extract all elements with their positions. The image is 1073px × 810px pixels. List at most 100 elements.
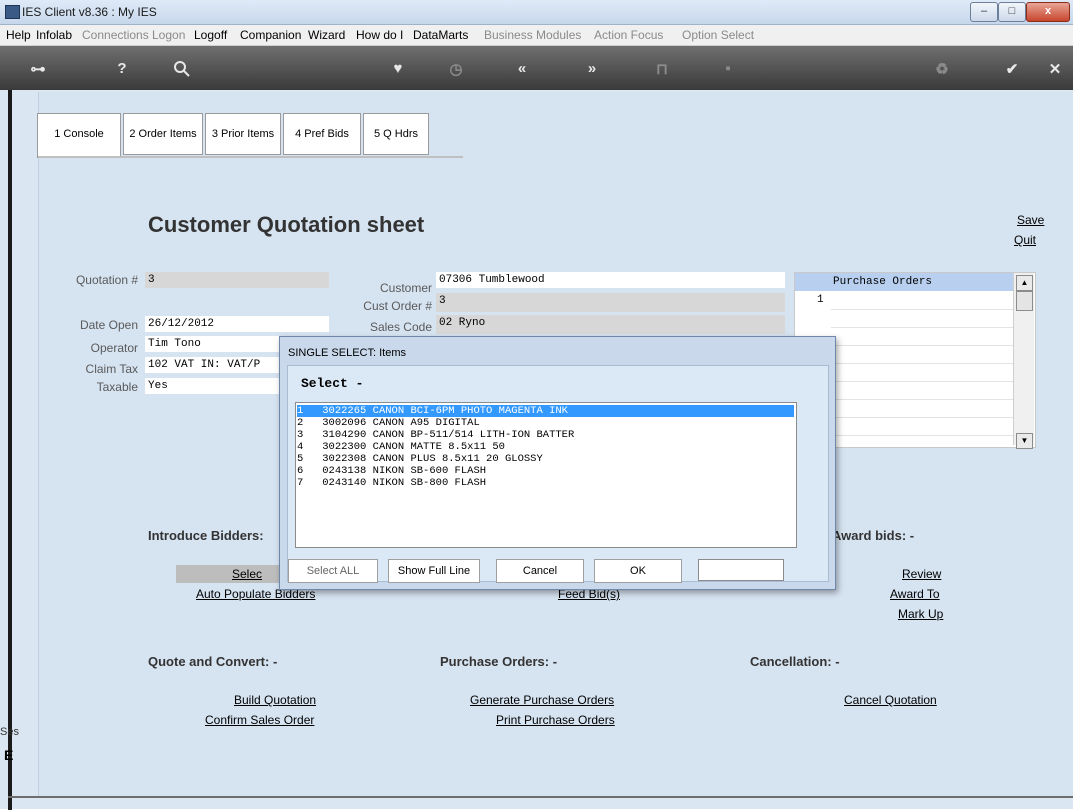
heart-icon[interactable]: ♥ xyxy=(386,60,410,77)
menu-help[interactable]: Help xyxy=(6,28,31,42)
customer-field[interactable]: 07306 Tumblewood xyxy=(436,272,785,288)
pin-icon[interactable]: ⊓ xyxy=(650,60,674,78)
list-item[interactable] xyxy=(831,419,1013,436)
save-link[interactable]: Save xyxy=(1017,213,1044,227)
menu-companion[interactable]: Companion xyxy=(240,28,301,42)
sales-code-label: Sales Code xyxy=(369,320,432,334)
sales-code-field[interactable]: 02 Ryno xyxy=(436,315,785,334)
list-item[interactable] xyxy=(831,329,1013,346)
list-item[interactable]: 5 3022308 CANON PLUS 8.5x11 20 GLOSSY xyxy=(297,453,794,465)
review-link[interactable]: Review xyxy=(902,567,941,581)
help-icon[interactable]: ? xyxy=(110,60,134,77)
menu-connections[interactable]: Connections xyxy=(82,28,149,42)
list-item[interactable] xyxy=(831,365,1013,382)
operator-label: Operator xyxy=(90,341,138,355)
quit-link[interactable]: Quit xyxy=(1014,233,1036,247)
title-bar: IES Client v8.36 : My IES – □ x xyxy=(0,0,1073,25)
key-icon[interactable]: ⊶ xyxy=(26,60,50,78)
scroll-thumb[interactable] xyxy=(1016,291,1033,311)
tab-prior-items[interactable]: 3 Prior Items xyxy=(205,113,281,155)
generate-purchase-orders-link[interactable]: Generate Purchase Orders xyxy=(470,693,614,707)
show-full-line-button[interactable]: Show Full Line xyxy=(388,559,480,583)
list-item[interactable]: 4 3022300 CANON MATTE 8.5x11 50 xyxy=(297,441,794,453)
recycle-icon[interactable]: ♻ xyxy=(930,60,954,78)
ok-button[interactable]: OK xyxy=(594,559,682,583)
tab-q-hdrs[interactable]: 5 Q Hdrs xyxy=(363,113,429,155)
check-icon[interactable]: ✔ xyxy=(1000,60,1024,78)
app-window: IES Client v8.36 : My IES – □ x Help Inf… xyxy=(0,0,1073,810)
single-select-dialog: SINGLE SELECT: Items Select - 1 3022265 … xyxy=(279,336,836,590)
purchase-orders-header: Purchase Orders xyxy=(795,273,1013,291)
menu-business-modules[interactable]: Business Modules xyxy=(484,28,581,42)
quotation-label: Quotation # xyxy=(75,273,138,287)
list-item[interactable]: 6 0243138 NIKON SB-600 FLASH xyxy=(297,465,794,477)
cancel-quotation-link[interactable]: Cancel Quotation xyxy=(844,693,937,707)
window-title: IES Client v8.36 : My IES xyxy=(22,5,157,19)
cancel-button[interactable]: Cancel xyxy=(496,559,584,583)
cust-order-field[interactable]: 3 xyxy=(436,293,785,312)
menu-datamarts[interactable]: DataMarts xyxy=(413,28,468,42)
mark-up-link[interactable]: Mark Up xyxy=(898,607,943,621)
quote-convert-heading: Quote and Convert: - xyxy=(148,654,278,669)
select-all-button[interactable]: Select ALL xyxy=(288,559,378,583)
square-icon[interactable]: ▪ xyxy=(716,60,740,77)
search-icon[interactable] xyxy=(170,60,194,82)
select-bidders-label: Selec xyxy=(232,567,263,581)
select-bidders-button[interactable]: Selec xyxy=(176,565,280,583)
close-window-button[interactable]: x xyxy=(1026,2,1070,22)
bottom-divider xyxy=(8,796,1073,798)
maximize-button[interactable]: □ xyxy=(998,2,1026,22)
menu-logoff[interactable]: Logoff xyxy=(194,28,227,42)
toolbar: ⊶ ? ♥ ◷ « » ⊓ ▪ ♻ ✔ ✕ xyxy=(0,46,1073,90)
tab-order-items[interactable]: 2 Order Items xyxy=(123,113,203,155)
date-open-field[interactable]: 26/12/2012 xyxy=(145,316,329,332)
rewind-icon[interactable]: « xyxy=(510,60,534,77)
tab-console[interactable]: 1 Console xyxy=(37,113,121,158)
close-icon[interactable]: ✕ xyxy=(1043,60,1067,78)
list-item[interactable]: 1 3022265 CANON BCI-6PM PHOTO MAGENTA IN… xyxy=(297,405,794,417)
scrollbar[interactable]: ▲ ▼ xyxy=(1013,273,1034,449)
status-glyph: E xyxy=(4,747,14,763)
list-item[interactable]: 3 3104290 CANON BP-511/514 LITH-ION BATT… xyxy=(297,429,794,441)
menu-wizard[interactable]: Wizard xyxy=(308,28,345,42)
tab-pref-bids[interactable]: 4 Pref Bids xyxy=(283,113,361,155)
claim-tax-field[interactable]: 102 VAT IN: VAT/P xyxy=(145,357,279,373)
confirm-sales-order-link[interactable]: Confirm Sales Order xyxy=(205,713,314,727)
minimize-button[interactable]: – xyxy=(970,2,998,22)
scroll-down-icon[interactable]: ▼ xyxy=(1016,433,1033,449)
date-open-label: Date Open xyxy=(79,318,138,332)
cust-order-label: Cust Order # xyxy=(363,299,432,313)
list-item[interactable]: 7 0243140 NIKON SB-800 FLASH xyxy=(297,477,794,489)
menu-action-focus[interactable]: Action Focus xyxy=(594,28,663,42)
taxable-field[interactable]: Yes xyxy=(145,378,279,394)
quotation-field[interactable]: 3 xyxy=(145,272,329,288)
list-item[interactable] xyxy=(831,383,1013,400)
menu-how-do-i[interactable]: How do I xyxy=(356,28,403,42)
build-quotation-link[interactable]: Build Quotation xyxy=(234,693,316,707)
list-item[interactable] xyxy=(831,347,1013,364)
scroll-up-icon[interactable]: ▲ xyxy=(1016,275,1033,291)
list-item[interactable] xyxy=(831,311,1013,328)
list-item[interactable]: 2 3002096 CANON A95 DIGITAL xyxy=(297,417,794,429)
taxable-label: Taxable xyxy=(96,380,138,394)
menu-bar: Help Infolab Connections Logon Logoff Co… xyxy=(0,25,1073,46)
introduce-bidders-heading: Introduce Bidders: xyxy=(148,528,264,543)
dialog-body: Select - 1 3022265 CANON BCI-6PM PHOTO M… xyxy=(287,365,829,583)
clock-icon[interactable]: ◷ xyxy=(444,60,468,78)
menu-infolab[interactable]: Infolab xyxy=(36,28,72,42)
operator-field[interactable]: Tim Tono xyxy=(145,336,279,352)
claim-tax-label: Claim Tax xyxy=(85,362,138,376)
menu-logon[interactable]: Logon xyxy=(152,28,185,42)
app-icon xyxy=(5,5,20,19)
print-purchase-orders-link[interactable]: Print Purchase Orders xyxy=(496,713,615,727)
items-list[interactable]: 1 3022265 CANON BCI-6PM PHOTO MAGENTA IN… xyxy=(295,402,797,548)
tab-divider xyxy=(38,156,463,158)
list-item[interactable] xyxy=(831,293,1013,310)
tab-strip: 1 Console 2 Order Items 3 Prior Items 4 … xyxy=(37,113,467,158)
award-to-link[interactable]: Award To xyxy=(890,587,940,601)
search-input[interactable] xyxy=(698,559,784,581)
menu-option-select[interactable]: Option Select xyxy=(682,28,754,42)
list-item[interactable] xyxy=(831,401,1013,418)
forward-icon[interactable]: » xyxy=(580,60,604,77)
customer-label: Customer xyxy=(379,281,432,295)
